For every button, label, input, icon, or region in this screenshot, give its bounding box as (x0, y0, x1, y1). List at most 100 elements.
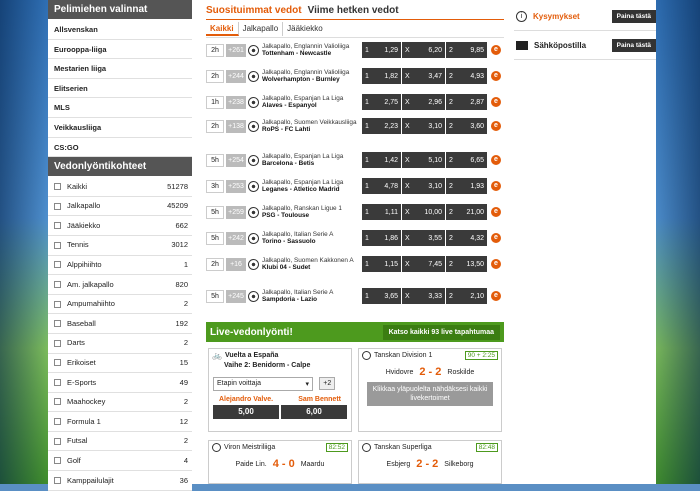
faq-button[interactable]: Paina tästä (611, 10, 656, 23)
all-live-button[interactable]: Katso kaikki 93 live tapahtumaa (382, 324, 500, 340)
odds-home[interactable]: 1 1,11 (362, 204, 402, 220)
odds-draw[interactable]: X 3,10 (402, 178, 446, 194)
checkbox[interactable] (54, 339, 61, 347)
more-bets-button[interactable]: +242 (226, 231, 246, 245)
more-bets-button[interactable]: +138 (226, 119, 246, 133)
more-bets-button[interactable]: +254 (226, 153, 246, 167)
odds-away[interactable]: 2 6,65 (446, 152, 488, 168)
checkbox[interactable] (54, 476, 61, 484)
bet-slip-icon[interactable]: e (491, 97, 501, 107)
checkbox[interactable] (54, 222, 61, 230)
match-info[interactable]: Jalkapallo, Englannin Valioliiga Wolverha… (262, 69, 360, 83)
odds-home[interactable]: 1 2,23 (362, 118, 402, 134)
sport-filter-item[interactable]: Erikoiset 15 (48, 353, 192, 374)
bet-slip-icon[interactable]: e (491, 259, 501, 269)
sport-filter-item[interactable]: Tennis 3012 (48, 235, 192, 256)
match-info[interactable]: Jalkapallo, Italian Serie A Sampdoria - L… (262, 289, 360, 303)
odds-away[interactable]: 2 1,93 (446, 178, 488, 194)
more-bets-button[interactable]: +259 (226, 205, 246, 219)
tab-popular[interactable]: Suosituimmat vedot (206, 5, 308, 19)
bet-slip-icon[interactable]: e (491, 155, 501, 165)
odds-draw[interactable]: X 5,10 (402, 152, 446, 168)
choice-item[interactable]: Elitserien (48, 78, 192, 99)
odds-away[interactable]: 2 2,10 (446, 288, 488, 304)
checkbox[interactable] (54, 398, 61, 406)
checkbox[interactable] (54, 378, 61, 386)
match-info[interactable]: Jalkapallo, Espanjan La Liga Leganes - At… (262, 179, 360, 193)
choice-item[interactable]: Veikkausliiga (48, 117, 192, 138)
checkbox[interactable] (54, 320, 61, 328)
odds-away[interactable]: 2 3,60 (446, 118, 488, 134)
sport-filter-item[interactable]: Darts 2 (48, 333, 192, 354)
match-info[interactable]: Jalkapallo, Espanjan La Liga Alaves - Esp… (262, 95, 360, 109)
checkbox[interactable] (54, 457, 61, 465)
odds-home[interactable]: 1 1,86 (362, 230, 402, 246)
checkbox[interactable] (54, 300, 61, 308)
bet-slip-icon[interactable]: e (491, 233, 501, 243)
odds-away[interactable]: 2 21,00 (446, 204, 488, 220)
choice-item[interactable]: Allsvenskan (48, 20, 192, 40)
odds-draw[interactable]: X 7,45 (402, 256, 446, 272)
sport-filter-item[interactable]: Formula 1 12 (48, 412, 192, 432)
odds-draw[interactable]: X 3,47 (402, 68, 446, 84)
price-button-1[interactable]: 5,00 (213, 405, 279, 419)
match-info[interactable]: Jalkapallo, Suomen Kakkonen A Klubi 04 - … (262, 257, 360, 271)
checkbox[interactable] (54, 202, 61, 210)
more-markets-button[interactable]: +2 (319, 377, 336, 390)
choice-item[interactable]: MLS (48, 98, 192, 118)
sport-filter-item[interactable]: Am. jalkapallo 820 (48, 275, 192, 295)
sport-filter-item[interactable]: Jalkapallo 45209 (48, 196, 192, 217)
tab-last-minute[interactable]: Viime hetken vedot (308, 5, 405, 19)
odds-home[interactable]: 1 1,42 (362, 152, 402, 168)
choice-item[interactable]: CS:GO (48, 137, 192, 158)
sport-filter-item[interactable]: Ampumahiihto 2 (48, 294, 192, 315)
match-info[interactable]: Jalkapallo, Italian Serie A Torino - Sass… (262, 231, 360, 245)
checkbox[interactable] (54, 359, 61, 367)
more-bets-button[interactable]: +238 (226, 95, 246, 109)
sport-filter-item[interactable]: Maahockey 2 (48, 392, 192, 413)
odds-away[interactable]: 2 4,32 (446, 230, 488, 246)
odds-home[interactable]: 1 1,29 (362, 42, 402, 58)
bet-slip-icon[interactable]: e (491, 45, 501, 55)
checkbox[interactable] (54, 261, 61, 269)
show-live-odds-button[interactable]: Klikkaa yläpuolelta nähdäksesi kaikki li… (367, 382, 493, 406)
sport-filter-item[interactable]: Kaikki 51278 (48, 177, 192, 197)
bet-slip-icon[interactable]: e (491, 181, 501, 191)
odds-draw[interactable]: X 3,10 (402, 118, 446, 134)
odds-away[interactable]: 2 4,93 (446, 68, 488, 84)
more-bets-button[interactable]: +16 (226, 257, 246, 271)
match-info[interactable]: Jalkapallo, Espanjan La Liga Barcelona - … (262, 153, 360, 167)
checkbox[interactable] (54, 241, 61, 249)
sport-filter-item[interactable]: Kamppailulajit 36 (48, 471, 192, 491)
odds-home[interactable]: 1 3,65 (362, 288, 402, 304)
sport-filter-item[interactable]: Golf 4 (48, 451, 192, 472)
checkbox[interactable] (54, 280, 61, 288)
odds-home[interactable]: 1 1,82 (362, 68, 402, 84)
odds-away[interactable]: 2 13,50 (446, 256, 488, 272)
more-bets-button[interactable]: +245 (226, 289, 246, 303)
subtab-icehockey[interactable]: Jääkiekko (283, 22, 327, 36)
odds-draw[interactable]: X 10,00 (402, 204, 446, 220)
odds-draw[interactable]: X 2,96 (402, 94, 446, 110)
bet-slip-icon[interactable]: e (491, 207, 501, 217)
sport-filter-item[interactable]: Baseball 192 (48, 314, 192, 334)
sport-filter-item[interactable]: Futsal 2 (48, 431, 192, 452)
more-bets-button[interactable]: +261 (226, 43, 246, 57)
odds-away[interactable]: 2 2,87 (446, 94, 488, 110)
sport-filter-item[interactable]: E-Sports 49 (48, 373, 192, 393)
choice-item[interactable]: Eurooppa-liiga (48, 39, 192, 60)
odds-away[interactable]: 2 9,85 (446, 42, 488, 58)
bet-slip-icon[interactable]: e (491, 71, 501, 81)
match-info[interactable]: Jalkapallo, Englannin Valioliiga Tottenha… (262, 43, 360, 57)
checkbox[interactable] (54, 437, 61, 445)
odds-home[interactable]: 1 2,75 (362, 94, 402, 110)
match-info[interactable]: Jalkapallo, Ranskan Ligue 1 PSG - Toulous… (262, 205, 360, 219)
sport-filter-item[interactable]: Jääkiekko 662 (48, 216, 192, 236)
checkbox[interactable] (54, 418, 61, 426)
subtab-all[interactable]: Kaikki (206, 21, 239, 36)
email-button[interactable]: Paina tästä (611, 39, 656, 52)
subtab-football[interactable]: Jalkapallo (239, 21, 284, 36)
odds-draw[interactable]: X 3,55 (402, 230, 446, 246)
more-bets-button[interactable]: +244 (226, 69, 246, 83)
odds-draw[interactable]: X 6,20 (402, 42, 446, 58)
